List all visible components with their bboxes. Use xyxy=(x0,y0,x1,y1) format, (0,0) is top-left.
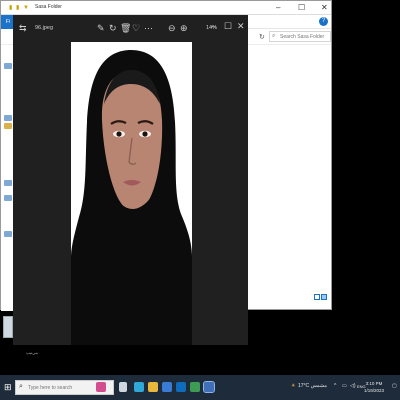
nav-item-icon[interactable] xyxy=(4,231,12,237)
store-icon[interactable] xyxy=(162,382,172,392)
explorer-title-bar: ▮ ▮ ▼ Sasa Folder – ☐ ✕ xyxy=(1,1,331,15)
search-highlight-icon[interactable] xyxy=(96,382,106,392)
explorer-title: Sasa Folder xyxy=(35,4,62,10)
close-icon[interactable]: ✕ xyxy=(321,3,328,12)
edge-icon[interactable] xyxy=(134,382,144,392)
clock-time: 3:10 PM xyxy=(365,381,383,386)
zoom-in-icon[interactable]: ⊕ xyxy=(180,24,188,33)
rotate-icon[interactable]: ↻ xyxy=(109,24,117,33)
details-view-icon[interactable] xyxy=(314,294,320,300)
nav-item-icon[interactable] xyxy=(4,63,12,69)
windows-start-icon[interactable]: ⊞ xyxy=(4,383,12,392)
nav-item-icon[interactable] xyxy=(4,195,12,201)
more-options-icon[interactable]: ⋯ xyxy=(144,24,153,33)
viewer-maximize-icon[interactable]: ☐ xyxy=(224,21,232,32)
file-name-label: يني‌تيپ xyxy=(26,350,38,355)
search-icon: ⌕ xyxy=(272,33,276,39)
explorer-search-box[interactable]: ⌕ xyxy=(269,31,331,42)
viewer-toolbar: ⇆ 96.jpeg ✎ ↻ 🗑 ♡ ⋯ ⊖ ⊕ 14% – ☐ ✕ xyxy=(13,15,248,43)
weather-icon[interactable]: ☀ xyxy=(291,383,295,389)
task-view-icon[interactable] xyxy=(119,382,127,392)
viewer-file-name: 96.jpeg xyxy=(35,25,54,31)
favorite-icon[interactable]: ♡ xyxy=(132,24,140,33)
file-explorer-icon[interactable] xyxy=(148,382,158,392)
nav-item-icon[interactable] xyxy=(4,115,12,121)
notifications-icon[interactable]: ▢ xyxy=(392,383,397,389)
volume-icon[interactable]: ◁) xyxy=(350,383,356,389)
weather-text[interactable]: 17°C مشمس xyxy=(298,383,327,389)
large-icons-view-icon[interactable] xyxy=(321,294,327,300)
folder-icon[interactable] xyxy=(4,123,12,129)
delete-icon[interactable]: 🗑 xyxy=(120,24,131,33)
explorer-search-input[interactable] xyxy=(280,33,330,41)
viewer-minimize-icon[interactable]: – xyxy=(211,21,216,31)
nav-item-icon[interactable] xyxy=(4,180,12,186)
refresh-icon[interactable]: ↻ xyxy=(259,33,265,41)
quick-access-icons[interactable]: ▮ ▮ ▼ xyxy=(9,4,30,11)
network-icon[interactable]: ▭ xyxy=(342,383,347,389)
mail-icon[interactable] xyxy=(176,382,186,392)
help-icon[interactable]: ? xyxy=(319,17,328,26)
view-toggle[interactable] xyxy=(313,287,327,305)
maximize-icon[interactable]: ☐ xyxy=(298,3,305,12)
edit-icon[interactable]: ✎ xyxy=(97,24,105,33)
taskbar: ⊞ ⌕ ☀ 17°C مشمس ^ ▭ ◁) ENG 3:10 PM 1/19/… xyxy=(0,375,400,400)
search-icon: ⌕ xyxy=(19,383,23,390)
show-hidden-icons-icon[interactable]: ^ xyxy=(334,383,336,389)
zoom-out-icon[interactable]: ⊖ xyxy=(168,24,176,33)
clock-date: 1/19/2023 xyxy=(364,388,385,393)
excel-icon[interactable] xyxy=(190,382,200,392)
minimize-icon[interactable]: – xyxy=(276,3,280,12)
clock[interactable]: 3:10 PM 1/19/2023 xyxy=(364,380,384,394)
portrait-illustration xyxy=(71,42,192,345)
photos-icon[interactable] xyxy=(203,381,215,393)
portrait-photo xyxy=(71,42,192,345)
viewer-close-icon[interactable]: ✕ xyxy=(237,21,245,32)
photos-viewer-window: ⇆ 96.jpeg ✎ ↻ 🗑 ♡ ⋯ ⊖ ⊕ 14% – ☐ ✕ xyxy=(13,15,248,345)
file-thumbnail[interactable] xyxy=(3,316,13,338)
back-icon[interactable]: ⇆ xyxy=(19,24,27,33)
